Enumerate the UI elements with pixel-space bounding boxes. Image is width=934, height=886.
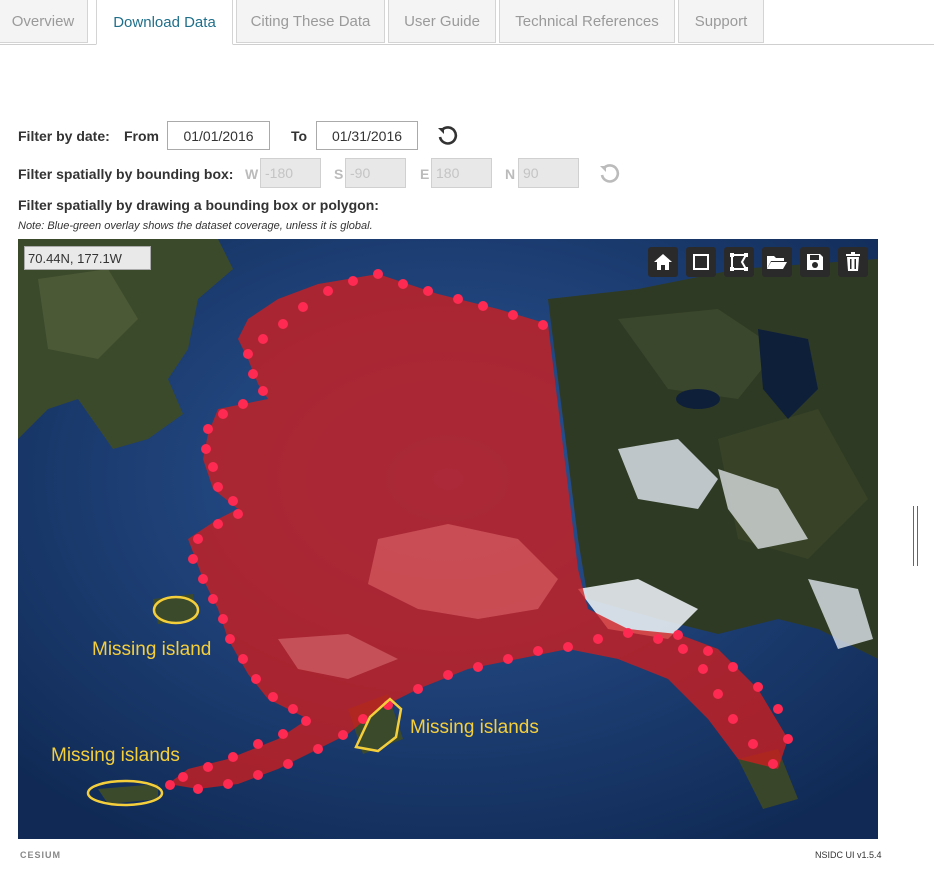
missing-islands-annotation-left: Missing islands (51, 745, 180, 766)
from-label: From (124, 128, 159, 144)
tab-label: User Guide (404, 12, 480, 30)
south-input[interactable]: -90 (345, 158, 406, 188)
cesium-logo: CESIUM (20, 850, 62, 860)
folder-open-icon[interactable] (762, 247, 792, 277)
tab-bar: Overview Download Data Citing These Data… (0, 0, 934, 45)
west-label: W (245, 166, 259, 182)
tab-label: Overview (11, 12, 75, 30)
to-label: To (291, 128, 308, 144)
tab-label: Support (694, 12, 748, 30)
tab-download-data[interactable]: Download Data (96, 0, 233, 45)
to-date-input[interactable]: 01/31/2016 (316, 121, 418, 150)
tab-citing-these-data[interactable]: Citing These Data (236, 0, 385, 43)
west-input[interactable]: -180 (260, 158, 321, 188)
trash-icon[interactable] (838, 247, 868, 277)
date-reset-icon[interactable] (436, 125, 458, 147)
tab-user-guide[interactable]: User Guide (388, 0, 496, 43)
resize-handle[interactable] (913, 506, 918, 566)
tab-overview[interactable]: Overview (0, 0, 88, 43)
coverage-note: Note: Blue-green overlay shows the datas… (18, 220, 373, 232)
map-canvas[interactable]: 70.44N, 177.1W Missing island Missing is… (18, 239, 878, 839)
east-input[interactable]: 180 (431, 158, 492, 188)
home-icon[interactable] (648, 247, 678, 277)
bbox-reset-icon[interactable] (598, 163, 620, 185)
south-label: S (334, 166, 344, 182)
draw-filter-label: Filter spatially by drawing a bounding b… (18, 197, 379, 213)
polygon-icon[interactable] (724, 247, 754, 277)
tab-technical-references[interactable]: Technical References (499, 0, 675, 43)
coordinate-readout: 70.44N, 177.1W (24, 246, 151, 270)
north-label: N (505, 166, 516, 182)
east-label: E (420, 166, 430, 182)
tab-label: Technical References (515, 12, 659, 30)
missing-islands-annotation-right: Missing islands (410, 717, 539, 738)
rectangle-icon[interactable] (686, 247, 716, 277)
from-date-input[interactable]: 01/01/2016 (167, 121, 270, 150)
tab-label: Download Data (113, 13, 216, 31)
bbox-filter-label: Filter spatially by bounding box: (18, 166, 234, 182)
date-filter-label: Filter by date: (18, 128, 110, 144)
tab-support[interactable]: Support (678, 0, 764, 43)
save-icon[interactable] (800, 247, 830, 277)
missing-island-annotation: Missing island (92, 639, 212, 660)
version-label: NSIDC UI v1.5.4 (815, 850, 882, 860)
tab-label: Citing These Data (250, 12, 371, 30)
north-input[interactable]: 90 (518, 158, 579, 188)
